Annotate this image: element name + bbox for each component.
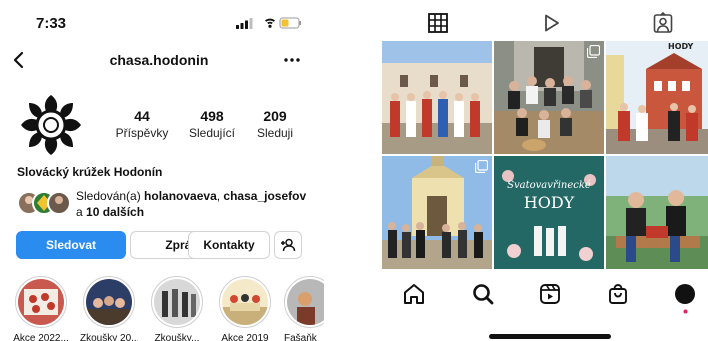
post-overlay-subtitle: HODY [524,193,575,212]
stat-posts-count: 44 [134,108,150,124]
highlight-label: Akce 2022... [13,333,69,341]
home-indicator [489,334,611,339]
add-person-icon [281,238,296,252]
profile-tabs [380,8,708,38]
post-tile[interactable] [382,156,492,269]
highlight-thumbnail [86,279,132,325]
followed-by-others: 10 dalších [86,205,145,219]
mutual-followers-avatars[interactable] [17,190,71,216]
story-highlight[interactable]: Akce 2022... [12,276,70,341]
multiple-photos-icon [475,160,488,173]
followed-by-user-1: holanovaeva [144,189,217,203]
followed-by-prefix: Sledován(a) [76,189,145,203]
post-tile[interactable]: Svatovavřinecké HODY [494,156,604,269]
story-highlight[interactable]: Akce 2019 [216,276,274,341]
posts-grid: HODY Svatovavřinecké HODY [382,41,708,269]
highlight-label: Zkoušky... [154,333,200,341]
post-overlay-text: HODY [668,42,694,51]
profile-display-name: Slovácký krúžek Hodonín [17,165,163,179]
highlight-thumbnail [222,279,268,325]
post-tile[interactable] [606,156,708,269]
followed-by-and: a [76,205,87,219]
highlight-label: Akce 2019 [221,333,269,341]
multiple-photos-icon [587,45,600,58]
stat-followers[interactable]: 498 Sledující [180,108,244,140]
stat-following-count: 209 [263,108,287,124]
suggested-people-button[interactable] [274,231,302,259]
post-tile[interactable] [382,41,492,154]
status-icons [236,17,302,29]
reels-icon[interactable] [538,282,562,306]
highlight-thumbnail [18,279,64,325]
post-overlay-title: Svatovavřinecké [507,180,591,191]
profile-username: chasa.hodonin [109,52,209,68]
post-image [382,41,492,154]
post-image: HODY [606,41,708,154]
story-highlight[interactable]: Fašaňk [284,276,324,341]
status-time: 7:33 [36,15,67,32]
profile-avatar-icon[interactable] [673,282,697,306]
post-tile[interactable]: HODY [606,41,708,154]
profile-avatar[interactable] [18,92,84,158]
notification-dot [683,309,688,314]
search-icon[interactable] [471,282,495,306]
stat-posts[interactable]: 44 Příspěvky [110,108,174,140]
stat-followers-count: 498 [200,108,224,124]
followed-by-user-2: chasa_josefov [223,189,307,203]
grid-icon[interactable] [427,12,449,34]
home-icon[interactable] [402,282,426,306]
story-highlight[interactable]: Zkoušky... [148,276,206,341]
profile-panel: 7:33 chasa.hodonin 44 Příspěvky 498 Sled… [0,0,330,341]
highlight-label: Fašaňk [284,333,317,341]
tagged-person-icon[interactable] [652,12,674,34]
signal-icon [236,18,253,29]
post-image [606,156,708,269]
contacts-button[interactable]: Kontakty [188,231,270,259]
stat-followers-label: Sledující [188,126,236,140]
wifi-icon [265,18,275,28]
shop-bag-icon[interactable] [606,282,630,306]
bottom-navigation [380,282,708,314]
more-options-icon[interactable] [281,50,303,70]
follow-button[interactable]: Sledovat [16,231,126,259]
stat-posts-label: Příspěvky [115,126,169,140]
battery-icon [279,17,302,29]
posts-panel: HODY Svatovavřinecké HODY [380,0,708,341]
story-highlight[interactable]: Zkoušky 20... [80,276,138,341]
reels-play-icon[interactable] [540,12,562,34]
post-tile[interactable] [494,41,604,154]
highlight-thumbnail [154,279,200,325]
stat-following[interactable]: 209 Sleduji [244,108,306,140]
mutual-followers-text[interactable]: Sledován(a) holanovaeva, chasa_josefov a… [76,188,316,220]
highlight-label: Zkoušky 20... [80,333,138,341]
stat-following-label: Sleduji [256,126,294,140]
post-image: Svatovavřinecké HODY [494,156,604,269]
highlight-thumbnail [287,279,324,325]
